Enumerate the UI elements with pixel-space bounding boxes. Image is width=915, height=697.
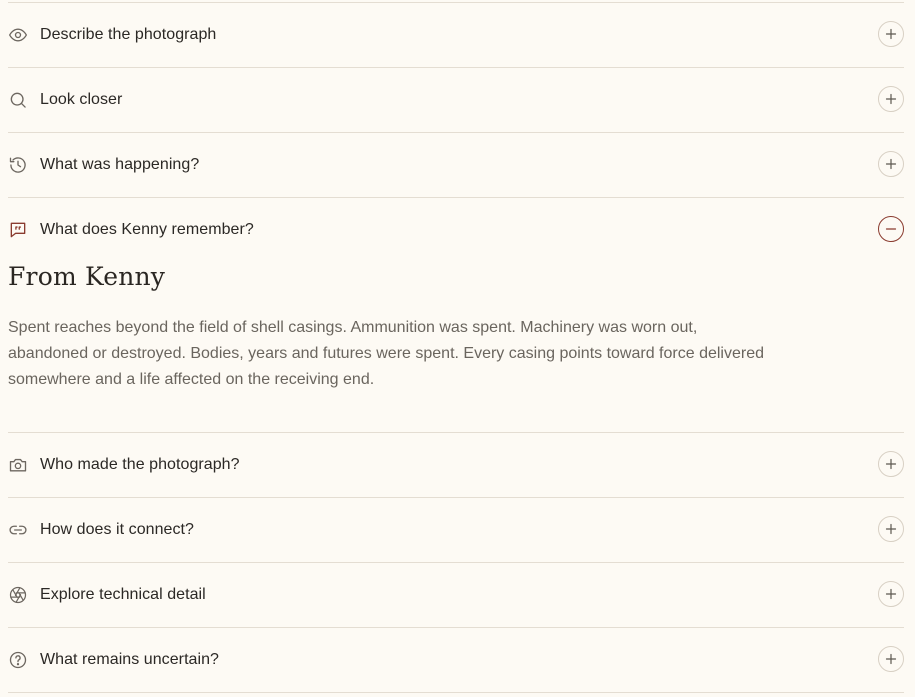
accordion-item-how-connect[interactable]: How does it connect? [8, 498, 904, 562]
accordion-item-who-made[interactable]: Who made the photograph? [8, 433, 904, 497]
help-circle-icon [8, 650, 28, 670]
quote-message-icon [8, 220, 28, 240]
expand-button[interactable] [878, 581, 904, 607]
link-icon [8, 520, 28, 540]
accordion-item-label: How does it connect? [40, 521, 194, 538]
plus-icon [885, 653, 897, 665]
plus-icon [885, 523, 897, 535]
accordion: Describe the photograph Look closer What… [0, 0, 915, 697]
expand-button[interactable] [878, 86, 904, 112]
expand-button[interactable] [878, 646, 904, 672]
panel-body-text: Spent reaches beyond the field of shell … [8, 319, 764, 388]
accordion-item-label: Describe the photograph [40, 26, 217, 43]
accordion-item-describe[interactable]: Describe the photograph [8, 3, 904, 67]
expand-button[interactable] [878, 21, 904, 47]
camera-icon [8, 455, 28, 475]
accordion-item-uncertain[interactable]: What remains uncertain? [8, 628, 904, 692]
accordion-item-what-was-happening[interactable]: What was happening? [8, 133, 904, 197]
accordion-item-label: What does Kenny remember? [40, 221, 254, 238]
accordion-item-label: Who made the photograph? [40, 456, 240, 473]
history-icon [8, 155, 28, 175]
plus-icon [885, 458, 897, 470]
divider [8, 692, 904, 693]
accordion-item-label: Explore technical detail [40, 586, 206, 603]
accordion-item-label: What was happening? [40, 156, 200, 173]
accordion-item-look-closer[interactable]: Look closer [8, 68, 904, 132]
plus-icon [885, 588, 897, 600]
panel-heading: From Kenny [8, 262, 166, 291]
eye-icon [8, 25, 28, 45]
accordion-panel: From Kenny Spent reaches beyond the fiel… [8, 262, 768, 393]
plus-icon [885, 28, 897, 40]
aperture-icon [8, 585, 28, 605]
plus-icon [885, 93, 897, 105]
accordion-item-kenny-remembers[interactable]: What does Kenny remember? [8, 198, 904, 262]
accordion-item-technical-detail[interactable]: Explore technical detail [8, 563, 904, 627]
accordion-item-label: What remains uncertain? [40, 651, 220, 668]
plus-icon [885, 158, 897, 170]
search-icon [8, 90, 28, 110]
collapse-button[interactable] [878, 216, 904, 242]
expand-button[interactable] [878, 151, 904, 177]
minus-icon [885, 228, 897, 230]
expand-button[interactable] [878, 516, 904, 542]
expand-button[interactable] [878, 451, 904, 477]
accordion-item-label: Look closer [40, 91, 123, 108]
